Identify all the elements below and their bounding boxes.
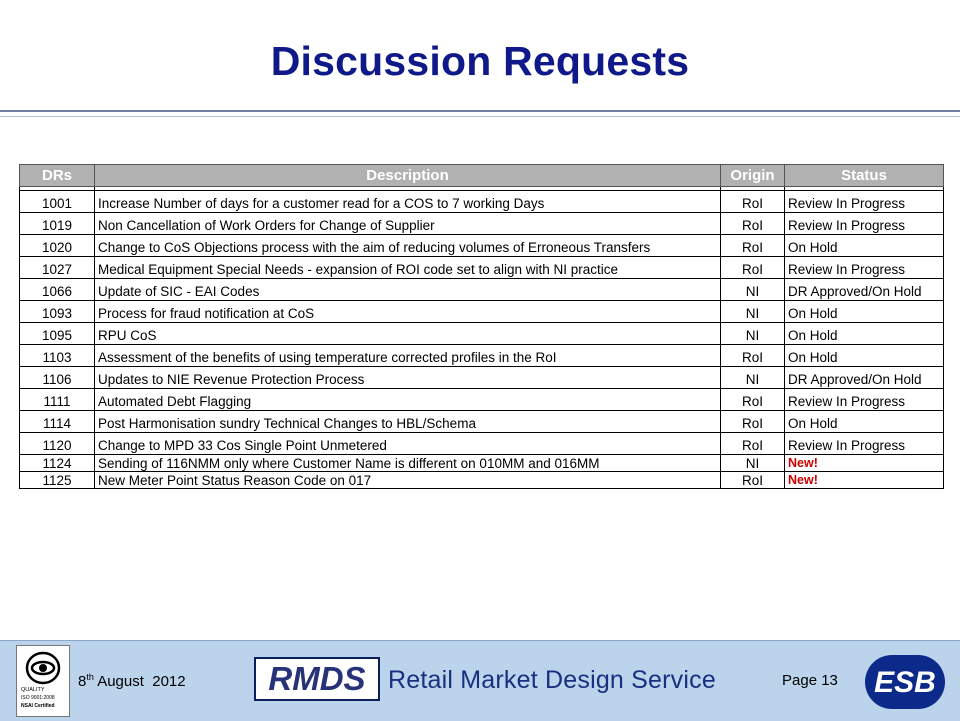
nsai-label: NSAI Certified — [21, 703, 55, 709]
row-status-cell: Review In Progress — [784, 432, 944, 455]
table-row: 1125 New Meter Point Status Reason Code o… — [19, 471, 944, 489]
row-origin-cell: RoI — [720, 471, 785, 489]
row-id-cell: 1095 — [19, 322, 95, 345]
row-description-cell: Sending of 116NMM only where Customer Na… — [94, 454, 721, 472]
row-description-cell: Assessment of the benefits of using temp… — [94, 344, 721, 367]
row-status-cell: Review In Progress — [784, 388, 944, 411]
title-divider — [0, 110, 960, 112]
row-origin-cell: NI — [720, 366, 785, 389]
row-origin-cell: RoI — [720, 234, 785, 257]
row-origin-cell: RoI — [720, 344, 785, 367]
row-id-cell: 1093 — [19, 300, 95, 323]
quality-badge: QUALITY ISO 9001:2008 NSAI Certified — [16, 645, 70, 717]
row-origin-cell: RoI — [720, 256, 785, 279]
rmds-logo: RMDS — [254, 657, 380, 701]
service-name: Retail Market Design Service — [388, 666, 716, 694]
row-status-cell: On Hold — [784, 322, 944, 345]
footer-date: 8th August 2012 — [78, 672, 186, 690]
table-row: 1001 Increase Number of days for a custom… — [19, 190, 944, 213]
row-description-cell: Automated Debt Flagging — [94, 388, 721, 411]
table-row: 1106 Updates to NIE Revenue Protection Pr… — [19, 366, 944, 389]
row-status-cell: New! — [784, 454, 944, 472]
row-id-cell: 1001 — [19, 190, 95, 213]
row-description-cell: Non Cancellation of Work Orders for Chan… — [94, 212, 721, 235]
row-origin-cell: RoI — [720, 212, 785, 235]
row-id-cell: 1120 — [19, 432, 95, 455]
slide-title: Discussion Requests — [270, 38, 690, 84]
date-suffix: th — [86, 672, 94, 682]
header-origin: Origin — [720, 164, 785, 187]
row-id-cell: 1111 — [19, 388, 95, 411]
page-number: Page 13 — [782, 672, 838, 689]
table-row: 1095 RPU CoS NI On Hold — [19, 322, 944, 345]
row-origin-cell: RoI — [720, 432, 785, 455]
row-description-cell: Increase Number of days for a customer r… — [94, 190, 721, 213]
row-id-cell: 1103 — [19, 344, 95, 367]
table-row: 1114 Post Harmonisation sundry Technical … — [19, 410, 944, 433]
row-status-cell: Review In Progress — [784, 212, 944, 235]
table-body: 1001 Increase Number of days for a custom… — [19, 186, 944, 489]
row-description-cell: Update of SIC - EAI Codes — [94, 278, 721, 301]
row-id-cell: 1106 — [19, 366, 95, 389]
nsai-quality-mark-icon — [25, 651, 61, 685]
title-divider-thin — [0, 116, 960, 117]
row-origin-cell: NI — [720, 322, 785, 345]
iso-label: ISO 9001:2008 — [21, 695, 55, 701]
row-id-cell: 1125 — [19, 471, 95, 489]
row-origin-cell: RoI — [720, 190, 785, 213]
row-description-cell: Post Harmonisation sundry Technical Chan… — [94, 410, 721, 433]
esb-logo-text: ESB — [874, 666, 936, 699]
table-row: 1120 Change to MPD 33 Cos Single Point Un… — [19, 432, 944, 455]
table-row: 1066 Update of SIC - EAI Codes NI DR Approv… — [19, 278, 944, 301]
row-status-cell: On Hold — [784, 234, 944, 257]
table-row: 1124 Sending of 116NMM only where Custome… — [19, 454, 944, 472]
table-row: 1027 Medical Equipment Special Needs - ex… — [19, 256, 944, 279]
row-description-cell: Updates to NIE Revenue Protection Proces… — [94, 366, 721, 389]
row-description-cell: Change to CoS Objections process with th… — [94, 234, 721, 257]
row-status-cell: DR Approved/On Hold — [784, 366, 944, 389]
row-origin-cell: NI — [720, 300, 785, 323]
row-status-cell: On Hold — [784, 410, 944, 433]
row-status-cell: On Hold — [784, 344, 944, 367]
row-description-cell: Process for fraud notification at CoS — [94, 300, 721, 323]
row-origin-cell: RoI — [720, 410, 785, 433]
table-row: 1020 Change to CoS Objections process wit… — [19, 234, 944, 257]
header-status: Status — [784, 164, 944, 187]
row-description-cell: RPU CoS — [94, 322, 721, 345]
row-status-cell: Review In Progress — [784, 190, 944, 213]
row-id-cell: 1124 — [19, 454, 95, 472]
table-row: 1019 Non Cancellation of Work Orders for … — [19, 212, 944, 235]
row-id-cell: 1027 — [19, 256, 95, 279]
table-header-row: DRs Description Origin Status — [19, 164, 944, 187]
row-status-cell: On Hold — [784, 300, 944, 323]
esb-logo-icon: ESB — [865, 655, 945, 709]
row-description-cell: New Meter Point Status Reason Code on 01… — [94, 471, 721, 489]
row-status-cell: Review In Progress — [784, 256, 944, 279]
row-origin-cell: RoI — [720, 388, 785, 411]
header-description: Description — [94, 164, 721, 187]
header-drs: DRs — [19, 164, 95, 187]
table-row: 1111 Automated Debt Flagging RoI Review In … — [19, 388, 944, 411]
row-description-cell: Medical Equipment Special Needs - expans… — [94, 256, 721, 279]
date-rest: August 2012 — [93, 673, 186, 690]
row-origin-cell: NI — [720, 454, 785, 472]
row-id-cell: 1019 — [19, 212, 95, 235]
row-status-cell: New! — [784, 471, 944, 489]
quality-label: QUALITY — [21, 687, 45, 693]
row-status-cell: DR Approved/On Hold — [784, 278, 944, 301]
row-id-cell: 1114 — [19, 410, 95, 433]
row-id-cell: 1066 — [19, 278, 95, 301]
row-id-cell: 1020 — [19, 234, 95, 257]
rmds-logo-text: RMDS — [268, 660, 366, 697]
table-row: 1103 Assessment of the benefits of using … — [19, 344, 944, 367]
table-row: 1093 Process for fraud notification at Co… — [19, 300, 944, 323]
row-description-cell: Change to MPD 33 Cos Single Point Unmete… — [94, 432, 721, 455]
row-origin-cell: NI — [720, 278, 785, 301]
discussion-requests-table: DRs Description Origin Status 1001 Increa… — [19, 164, 944, 489]
